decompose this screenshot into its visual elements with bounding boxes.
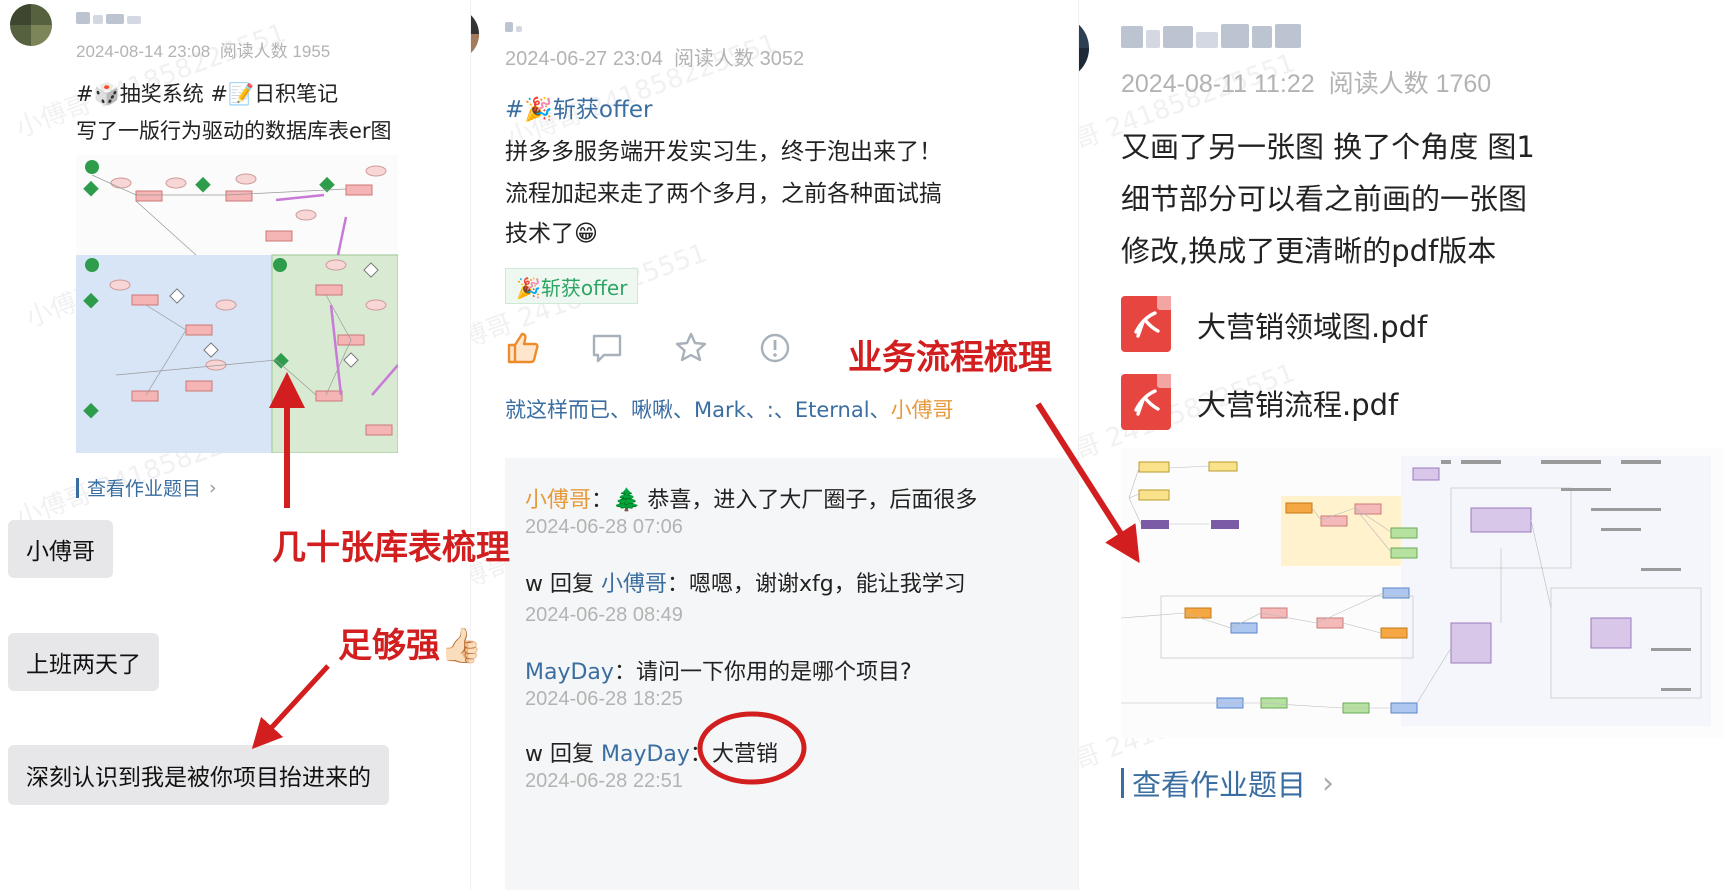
annotation-label: 业务流程梳理 xyxy=(848,338,1052,378)
annotation-label: 足够强👍🏻 xyxy=(338,626,483,666)
annotation-overlay xyxy=(251,372,1140,785)
annotation-label: 几十张库表梳理 xyxy=(272,528,510,568)
annotation-arrow xyxy=(251,664,330,750)
highlight-circle xyxy=(697,711,807,785)
annotation-arrow xyxy=(1035,402,1140,564)
